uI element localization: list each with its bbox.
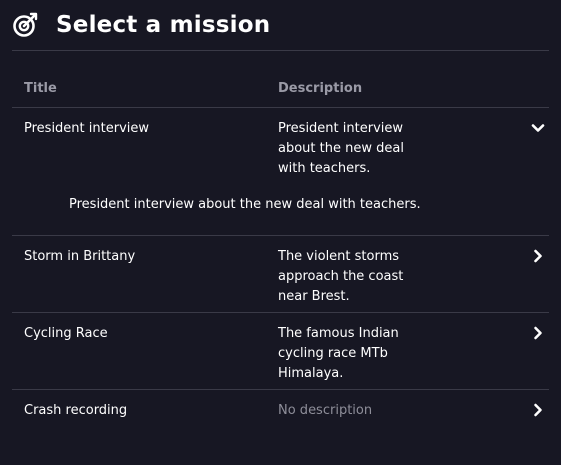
mission-title: Cycling Race <box>24 326 108 341</box>
column-header-title: Title <box>24 81 57 96</box>
mission-description: The famous Indian cycling race MTb Himal… <box>278 324 418 389</box>
mission-description: No description <box>278 401 418 430</box>
description-line: cycling race MTb <box>278 346 388 361</box>
mission-row-president-interview[interactable]: President interview President interview … <box>12 108 549 236</box>
description-line: near Brest. <box>278 289 350 304</box>
panel-header: Select a mission <box>12 0 549 51</box>
description-line: President interview <box>278 121 403 136</box>
description-line: The violent storms <box>278 249 400 264</box>
mission-title: President interview <box>24 121 149 136</box>
chevron-right-icon[interactable] <box>531 326 545 340</box>
description-line: about the new deal <box>278 141 404 156</box>
expanded-description: President interview about the new deal w… <box>69 197 421 212</box>
chevron-right-icon[interactable] <box>531 403 545 417</box>
mission-row-cycling-race[interactable]: Cycling Race The famous Indian cycling r… <box>12 313 549 390</box>
target-icon <box>12 12 38 38</box>
mission-description: The violent storms approach the coast ne… <box>278 247 418 312</box>
mission-title: Storm in Brittany <box>24 249 136 264</box>
description-line: approach the coast <box>278 269 404 284</box>
description-line: The famous Indian <box>278 326 399 341</box>
page-title: Select a mission <box>56 12 271 38</box>
mission-panel: Select a mission Title Description Presi… <box>0 0 561 465</box>
table-header: Title Description <box>12 51 549 108</box>
mission-row-storm-in-brittany[interactable]: Storm in Brittany The violent storms app… <box>12 236 549 313</box>
chevron-down-icon[interactable] <box>531 121 545 135</box>
mission-description: President interview about the new deal w… <box>278 119 418 235</box>
description-line: Himalaya. <box>278 366 344 381</box>
mission-title: Crash recording <box>24 403 128 418</box>
mission-row-crash-recording[interactable]: Crash recording No description <box>12 390 549 430</box>
description-line: No description <box>278 403 373 418</box>
chevron-right-icon[interactable] <box>531 249 545 263</box>
description-line: with teachers. <box>278 161 371 176</box>
column-header-description: Description <box>278 81 363 96</box>
